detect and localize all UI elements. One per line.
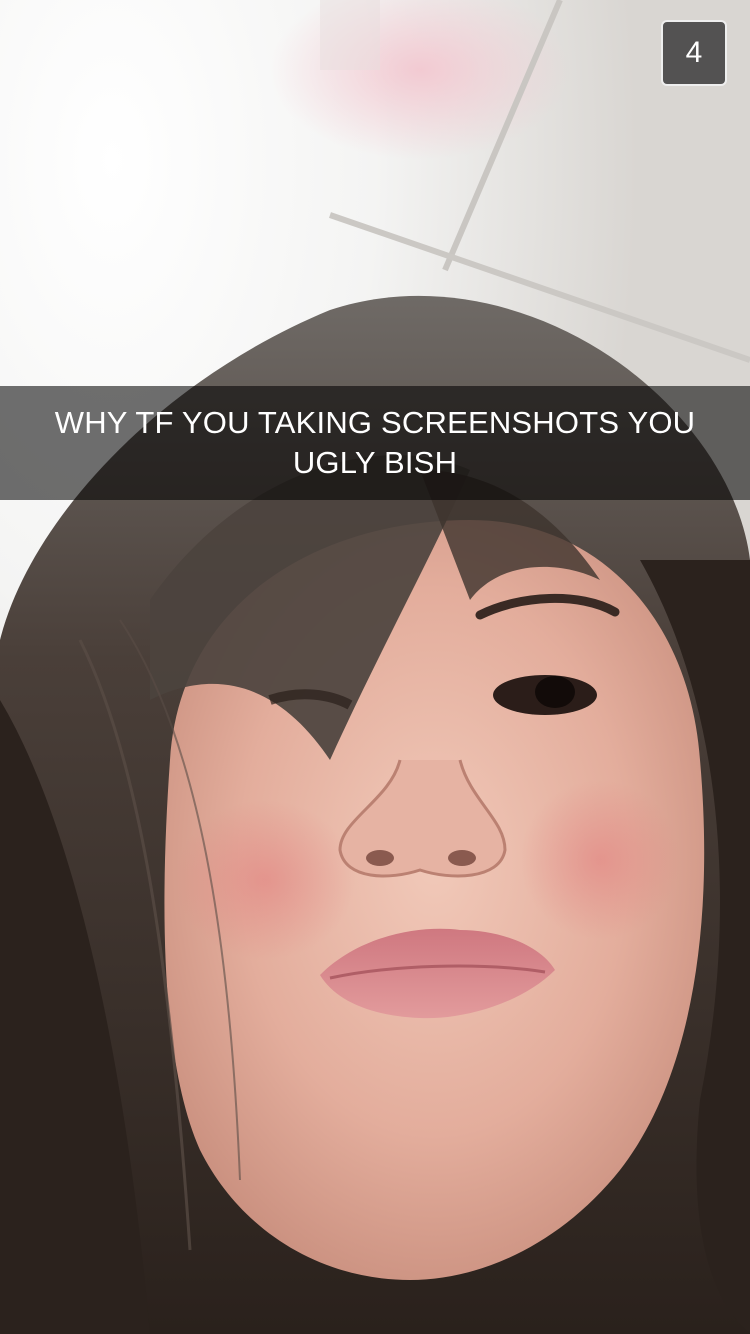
countdown-timer-icon: 4 (661, 20, 727, 86)
caption-text: WHY TF YOU TAKING SCREENSHOTS YOU UGLY B… (54, 405, 696, 480)
snap-viewer[interactable]: 4 WHY TF YOU TAKING SCREENSHOTS YOU UGLY… (0, 0, 750, 1334)
caption-bar: WHY TF YOU TAKING SCREENSHOTS YOU UGLY B… (0, 386, 750, 500)
snap-photo (0, 0, 750, 1334)
